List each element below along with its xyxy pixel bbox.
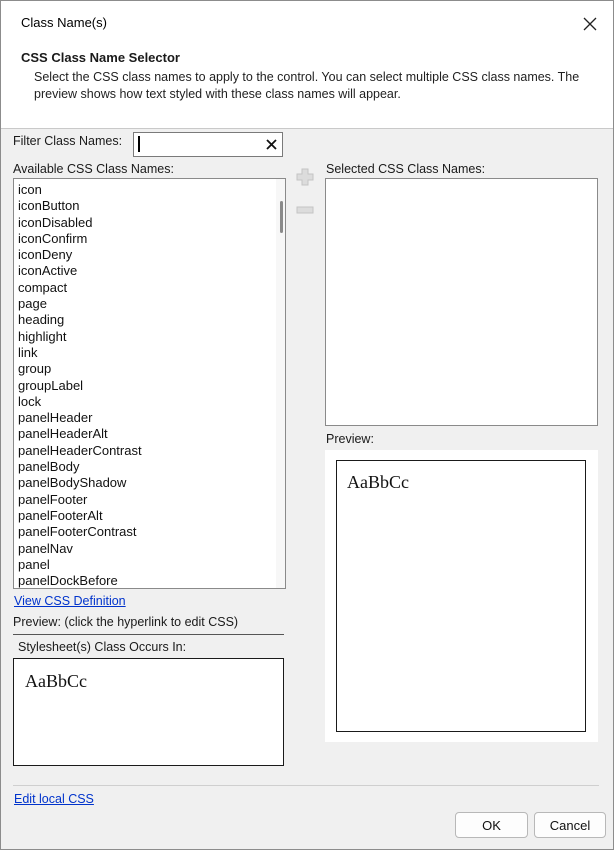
window-title: Class Name(s) [21,15,107,30]
minus-icon [296,206,314,214]
list-item[interactable]: panelHeaderContrast [18,443,142,459]
view-css-definition-link[interactable]: View CSS Definition [14,594,126,608]
stylesheet-label: Stylesheet(s) Class Occurs In: [18,640,187,654]
scroll-thumb[interactable] [280,201,283,233]
preview-sample-text: AaBbCc [25,671,87,691]
list-item[interactable]: panelFooter [18,492,142,508]
header-description: Select the CSS class names to apply to t… [34,70,580,101]
class-name-dialog: Class Name(s) CSS Class Name Selector Se… [0,0,614,850]
stylesheet-preview-box: AaBbCc [13,658,284,766]
right-preview-box: AaBbCc [336,460,586,732]
list-item[interactable]: panelFooterContrast [18,524,142,540]
title-bar: Class Name(s) [1,1,613,45]
clear-icon [265,139,277,150]
list-item[interactable]: panel [18,557,142,573]
list-item[interactable]: panelHeaderAlt [18,426,142,442]
list-item[interactable]: panelBodyShadow [18,475,142,491]
close-button[interactable] [568,8,612,40]
edit-local-css-link[interactable]: Edit local CSS [14,792,94,806]
list-item[interactable]: lock [18,394,142,410]
list-item[interactable]: compact [18,280,142,296]
list-item[interactable]: iconActive [18,263,142,279]
add-class-button[interactable] [293,166,317,188]
list-item[interactable]: panelBody [18,459,142,475]
list-item[interactable]: panelHeader [18,410,142,426]
ok-button[interactable]: OK [455,812,528,838]
list-item[interactable]: groupLabel [18,378,142,394]
list-item[interactable]: panelFooterAlt [18,508,142,524]
cancel-button[interactable]: Cancel [534,812,606,838]
list-item[interactable]: panelNav [18,541,142,557]
available-label: Available CSS Class Names: [13,162,174,176]
list-item[interactable]: iconConfirm [18,231,142,247]
preview-divider [13,634,284,635]
list-item[interactable]: heading [18,312,142,328]
selected-label: Selected CSS Class Names: [326,162,486,176]
available-class-list[interactable]: icon iconButton iconDisabled iconConfirm… [13,178,286,589]
left-preview-label: Preview: (click the hyperlink to edit CS… [13,615,239,629]
list-item[interactable]: iconDisabled [18,215,142,231]
list-item[interactable]: page [18,296,142,312]
right-preview-panel: AaBbCc [325,450,598,742]
header-title: CSS Class Name Selector [21,50,180,65]
list-item[interactable]: iconButton [18,198,142,214]
text-caret [138,136,140,152]
list-item[interactable]: highlight [18,329,142,345]
list-item[interactable]: icon [18,182,142,198]
footer-separator [13,785,599,786]
filter-label: Filter Class Names: [13,134,123,148]
remove-class-button[interactable] [293,200,317,220]
right-preview-label: Preview: [326,432,374,446]
close-icon [583,17,597,31]
list-item[interactable]: iconDeny [18,247,142,263]
list-item[interactable]: panelDockBefore [18,573,142,588]
list-item[interactable]: group [18,361,142,377]
list-scrollbar[interactable] [276,179,285,588]
plus-icon [296,168,314,186]
list-item[interactable]: link [18,345,142,361]
clear-filter-button[interactable] [260,134,282,155]
selected-class-list[interactable] [325,178,598,426]
header-panel: CSS Class Name Selector Select the CSS c… [1,45,613,129]
preview-sample-text: AaBbCc [347,472,409,492]
